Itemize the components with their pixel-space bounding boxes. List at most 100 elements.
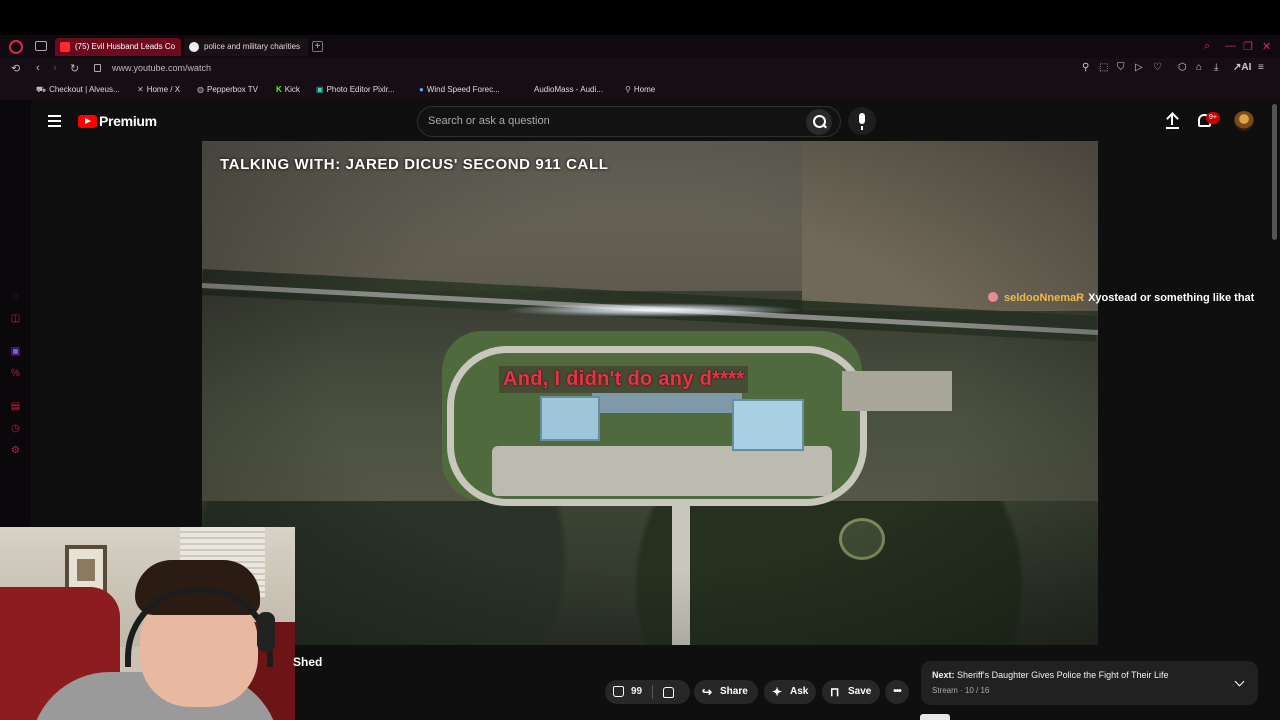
maximize-icon[interactable]: ❐ [1243, 40, 1253, 53]
next-video-card[interactable] [921, 661, 1258, 705]
reload-icon[interactable]: ↻ [70, 62, 79, 75]
chat-username: seldooNnemaR [1004, 292, 1085, 304]
bookmark-label: Photo Editor Pixlr... [326, 85, 395, 94]
bookmark-wind[interactable]: ● Wind Speed Forec... [419, 85, 500, 94]
bag-icon[interactable]: ◫ [10, 313, 21, 324]
thumbs-down-icon[interactable] [663, 687, 674, 698]
bookmark-label: Checkout | Alveus... [49, 85, 120, 94]
next-video-label[interactable]: Next: Sheriff's Daughter Gives Police th… [932, 670, 1169, 680]
minimize-icon[interactable]: — [1225, 40, 1236, 52]
close-window-icon[interactable]: ✕ [1262, 40, 1271, 53]
ai-button[interactable]: ↗AI [1233, 62, 1251, 73]
extensions-icon[interactable]: ⬡ [1178, 62, 1187, 73]
percent-icon[interactable]: % [10, 368, 21, 379]
bookmark-pepperbox[interactable]: ◍ Pepperbox TV [197, 85, 258, 94]
bookmark-x[interactable]: ✕ Home / X [137, 85, 180, 94]
aria-icon[interactable]: ◌ [10, 291, 21, 302]
download-icon[interactable]: ⤓ [1214, 62, 1218, 73]
youtube-favicon-icon [60, 42, 70, 52]
heart-icon[interactable]: ♡ [1153, 62, 1162, 73]
bookmark-checkout[interactable]: ⛟ Checkout | Alveus... [36, 85, 120, 95]
video-frame-vignette [202, 141, 1098, 645]
bookmark-kick[interactable]: K Kick [276, 85, 300, 94]
tab-label: (75) Evil Husband Leads Co [75, 42, 176, 51]
panel-icon[interactable]: ▤ [10, 401, 21, 412]
ask-label: Ask [790, 686, 809, 697]
pepperbox-icon: ◍ [197, 85, 204, 94]
tab-google[interactable]: police and military charities [184, 38, 308, 56]
bookmark-home[interactable]: ⚲ Home [625, 85, 655, 94]
bookmark-label: Wind Speed Forec... [426, 85, 500, 94]
bookmark-label: Home [633, 85, 656, 94]
chat-text: Xyostead or something like that [1088, 292, 1255, 304]
next-prefix: Next: [932, 670, 955, 680]
thumbs-up-icon[interactable] [613, 686, 624, 697]
video-overlay-title: TALKING WITH: JARED DICUS' SECOND 911 CA… [220, 156, 609, 173]
kick-icon: K [276, 85, 282, 94]
play-icon[interactable]: ▷ [1135, 62, 1143, 73]
x-icon: ✕ [137, 85, 144, 94]
snapshot-icon[interactable]: ⬚ [1099, 62, 1108, 73]
like-divider [652, 685, 653, 699]
page-scrollbar[interactable] [1272, 104, 1277, 240]
settings-icon[interactable]: ⚙ [10, 445, 21, 456]
ask-button[interactable]: ✦ Ask [764, 680, 816, 704]
video-caption: And, I didn't do any d**** [499, 366, 749, 393]
sparkle-icon: ✦ [772, 685, 783, 699]
next-video-meta: Stream · 10 / 16 [932, 686, 990, 695]
reload-tabs-icon[interactable]: ⟲ [11, 62, 20, 75]
new-tab-button[interactable]: + [312, 41, 323, 52]
bookmark-icon: ⊓ [830, 685, 840, 699]
ai-label: AI [1241, 62, 1252, 73]
bookmark-label: Kick [284, 85, 300, 94]
forward-icon[interactable]: › [53, 62, 57, 74]
bookmark-audiomass[interactable]: AudioMass - Audi... [534, 85, 603, 94]
tab-label: police and military charities [204, 42, 301, 51]
bookmark-pixlr[interactable]: ▣ Photo Editor Pixlr... [316, 85, 395, 94]
search-placeholder[interactable]: Search or ask a question [428, 115, 550, 127]
tab-youtube[interactable]: (75) Evil Husband Leads Co [55, 38, 181, 56]
next-title: Sheriff's Daughter Gives Police the Figh… [957, 670, 1169, 680]
cart-icon: ⛟ [36, 85, 47, 94]
chat-message: seldooNnemaR Xyostead or something like t… [988, 292, 1254, 304]
webcam-overlay [0, 527, 295, 720]
notification-badge: 9+ [1206, 112, 1220, 124]
opera-logo-icon[interactable] [9, 40, 23, 54]
chat-badge-icon [988, 292, 998, 302]
pixlr-icon: ▣ [316, 85, 324, 94]
video-player[interactable] [202, 141, 1098, 645]
chip-partial [920, 714, 950, 720]
bookmark-label: Pepperbox TV [206, 85, 258, 94]
menu-icon[interactable]: ≡ [1258, 62, 1264, 73]
search-icon[interactable] [806, 109, 832, 135]
search-tabs-icon[interactable]: ⌕ [1204, 40, 1210, 53]
google-favicon-icon [189, 42, 199, 52]
bookmark-label: AudioMass - Audi... [534, 85, 603, 94]
back-icon[interactable]: ‹ [36, 62, 40, 74]
twitch-icon[interactable]: ▣ [10, 346, 21, 357]
url-field[interactable]: www.youtube.com/watch [112, 63, 211, 73]
save-button[interactable]: ⊓ Save [822, 680, 880, 704]
video-title: Shed [293, 655, 323, 669]
shield-icon[interactable]: ⛉ [1117, 62, 1125, 73]
upload-icon-base [1166, 127, 1179, 129]
share-label: Share [720, 686, 748, 697]
share-button[interactable]: ↪ Share [694, 680, 758, 704]
youtube-brand[interactable]: Premium [99, 113, 157, 129]
youtube-logo-icon[interactable] [78, 115, 97, 128]
pin-icon[interactable]: ⚲ [1082, 62, 1089, 73]
more-actions-button[interactable]: ••• [885, 680, 909, 704]
globe-icon: ● [419, 85, 424, 94]
hamburger-menu-icon[interactable] [48, 115, 61, 127]
lock-icon[interactable] [94, 64, 101, 72]
bookmark-label: Home / X [146, 85, 181, 94]
pin-icon: ⚲ [625, 85, 631, 94]
avatar[interactable] [1234, 111, 1254, 131]
webcam-headset-earcup [257, 612, 275, 652]
share-arrow-icon: ↪ [702, 685, 713, 699]
history-icon[interactable]: ◷ [10, 423, 21, 434]
like-count[interactable]: 99 [631, 680, 642, 704]
wallet-icon[interactable]: ⌂ [1196, 62, 1202, 73]
tab-manager-icon[interactable] [35, 41, 47, 51]
microphone-icon[interactable] [848, 107, 876, 135]
